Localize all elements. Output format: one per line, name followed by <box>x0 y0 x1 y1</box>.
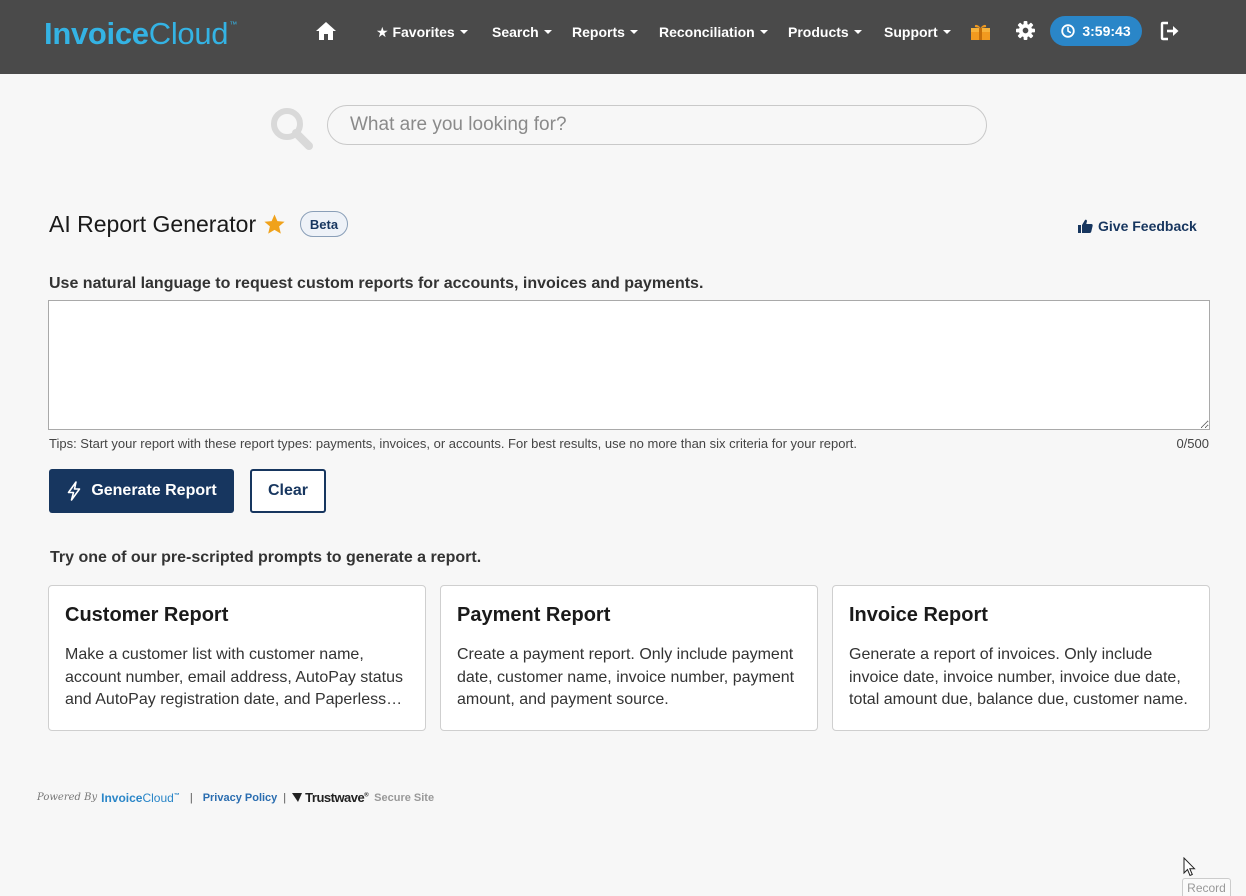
nav-support[interactable]: Support <box>884 24 951 40</box>
privacy-policy-link[interactable]: Privacy Policy <box>203 792 278 804</box>
favorite-star-icon[interactable] <box>263 213 286 236</box>
footer-separator: | <box>189 791 193 804</box>
generate-report-button[interactable]: Generate Report <box>49 469 234 513</box>
powered-by-label: Powered By <box>37 792 98 803</box>
invoicecloud-logo[interactable]: InvoiceCloud™ <box>44 16 237 52</box>
nav-reports[interactable]: Reports <box>572 24 638 40</box>
nav-reconciliation[interactable]: Reconciliation <box>659 24 768 40</box>
timer-value: 3:59:43 <box>1082 23 1131 39</box>
beta-badge: Beta <box>300 211 348 237</box>
card-title: Payment Report <box>457 604 611 626</box>
nav-products[interactable]: Products <box>788 24 862 40</box>
chevron-down-icon <box>942 30 951 35</box>
session-timer[interactable]: 3:59:43 <box>1050 16 1142 46</box>
card-description: Create a payment report. Only include pa… <box>457 646 795 708</box>
search-input[interactable] <box>327 105 987 145</box>
gift-icon[interactable] <box>970 23 991 41</box>
home-icon[interactable] <box>315 21 337 41</box>
footer-separator: | <box>283 791 287 804</box>
logout-icon[interactable] <box>1160 21 1181 41</box>
nav-search[interactable]: Search <box>492 24 552 40</box>
give-feedback-link[interactable]: Give Feedback <box>1078 218 1197 234</box>
card-title: Invoice Report <box>849 604 988 626</box>
chevron-down-icon <box>759 30 768 35</box>
invoice-report-card[interactable]: Invoice Report Generate a report of invo… <box>832 585 1210 731</box>
chevron-down-icon <box>543 30 552 35</box>
lightning-icon <box>68 481 81 501</box>
footer-invoicecloud-logo: InvoiceCloud™ <box>101 790 180 805</box>
record-button[interactable]: Record <box>1182 878 1231 896</box>
nav-favorites[interactable]: ★ Favorites <box>376 24 468 41</box>
gear-icon[interactable] <box>1016 21 1035 40</box>
customer-report-card[interactable]: Customer Report Make a customer list wit… <box>48 585 426 731</box>
clock-icon <box>1061 24 1076 38</box>
instruction-text: Use natural language to request custom r… <box>49 275 704 292</box>
footer: Powered By InvoiceCloud™ | Privacy Polic… <box>37 790 434 805</box>
payment-report-card[interactable]: Payment Report Create a payment report. … <box>440 585 818 731</box>
trustwave-icon <box>292 793 303 802</box>
clear-button[interactable]: Clear <box>250 469 326 513</box>
prescripted-heading: Try one of our pre-scripted prompts to g… <box>50 549 482 566</box>
character-counter: 0/500 <box>1176 436 1209 451</box>
chevron-down-icon <box>853 30 862 35</box>
secure-site-label: Secure Site <box>374 791 435 804</box>
page-title: AI Report Generator <box>49 211 257 237</box>
tips-text: Tips: Start your report with these repor… <box>49 436 858 451</box>
card-description: Make a customer list with customer name,… <box>65 646 403 708</box>
chevron-down-icon <box>629 30 638 35</box>
chevron-down-icon <box>459 30 468 35</box>
thumbs-up-icon <box>1078 219 1093 233</box>
top-nav: InvoiceCloud™ ★ Favorites Search Reports… <box>0 0 1246 74</box>
card-description: Generate a report of invoices. Only incl… <box>849 646 1188 708</box>
search-icon <box>271 108 313 150</box>
report-prompt-textarea[interactable] <box>48 300 1210 430</box>
trustwave-logo[interactable]: Trustwave® <box>305 790 369 805</box>
card-title: Customer Report <box>65 604 229 626</box>
mouse-cursor-icon <box>1183 857 1196 877</box>
